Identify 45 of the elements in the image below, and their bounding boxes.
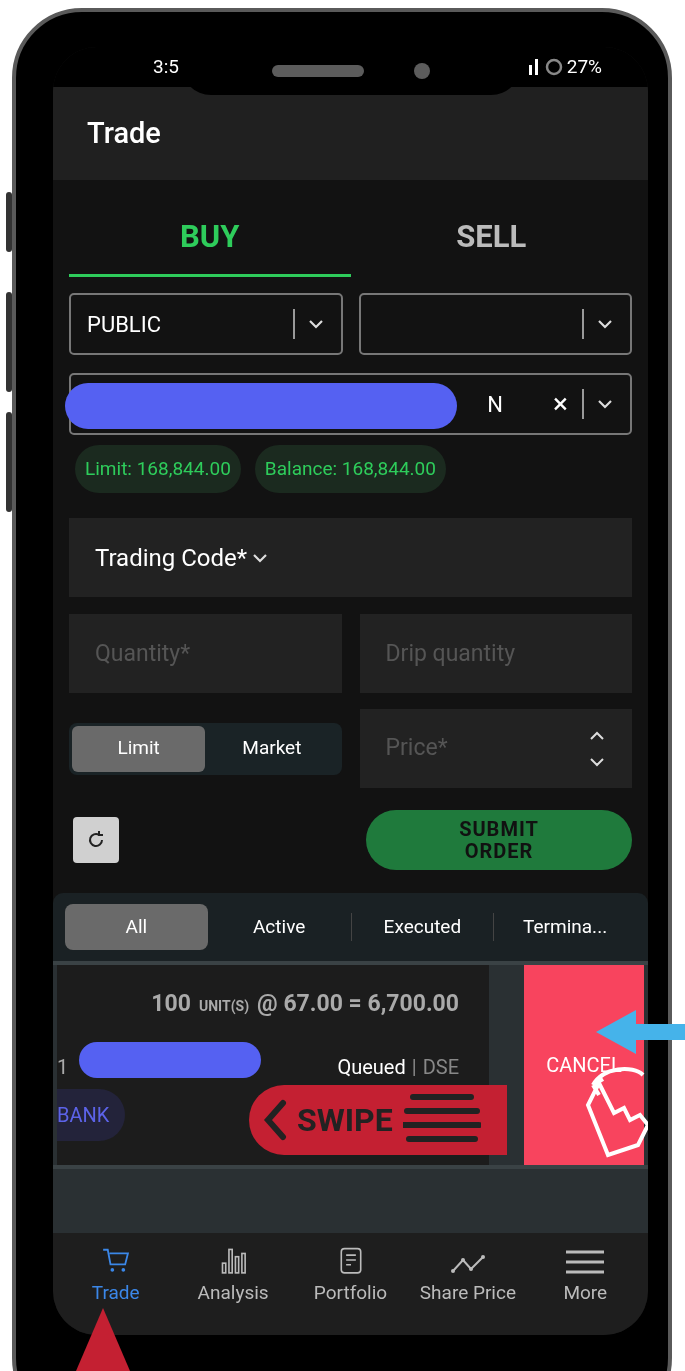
order-unit: UNIT(S) [198,997,250,1016]
nav-tab[interactable]: Share Price [409,1247,527,1307]
pointer-arrow-icon [596,1010,685,1054]
order-id: 1 [57,1053,69,1081]
line-chart-icon [449,1252,486,1275]
nav-tab[interactable]: Trade [57,1247,175,1307]
side-tab[interactable]: BUY [69,180,351,277]
menu-icon [565,1248,606,1275]
sector-tag: BANK [57,1089,126,1141]
filter-tab[interactable]: Termina... [494,904,636,950]
filter-tab[interactable]: Executed [351,904,494,950]
up-arrow-icon [76,1308,130,1371]
cancel-button[interactable]: CANCEL [524,965,644,1165]
limit-badge: Balance: 168,844.00 [254,445,446,493]
submit-order-button[interactable]: SUBMIT ORDER [366,810,632,870]
filter-tab[interactable]: All [65,904,208,950]
separator: | [411,1053,417,1081]
swipe-badge: SWIPE [249,1085,507,1155]
filter-tab[interactable]: Active [207,904,351,950]
chevron-left-icon [263,1099,287,1141]
order-type-toggle[interactable]: Market [205,725,339,772]
battery-percent: 27% [566,53,602,80]
nav-tab[interactable]: Portfolio [291,1247,410,1307]
chevron-down-icon [251,551,270,564]
trading-code-select[interactable]: Trading Code* [69,518,632,597]
select-field[interactable] [358,293,632,355]
status-time: 3:5 [153,53,179,80]
battery-ring-icon [544,58,563,76]
clear-icon[interactable]: × [553,383,568,425]
order-quantity: 100 [151,989,191,1019]
signal-icon [528,59,541,75]
refresh-button[interactable] [73,817,119,863]
chevron-down-icon [306,318,325,330]
chevron-down-icon [596,318,614,330]
order-status: Queued [337,1053,406,1081]
order-calculation: @ 67.00 = 6,700.00 [257,989,459,1019]
side-tab[interactable]: SELL [350,180,632,277]
select-field[interactable]: PUBLIC [69,293,343,355]
exchange-label: DSE [422,1053,459,1081]
chevron-down-icon [596,398,614,410]
limit-badge: Limit: 168,844.00 [75,445,241,493]
page-title: Trade [87,114,161,152]
nav-tab[interactable]: Analysis [174,1247,292,1307]
order-type-toggle[interactable]: Limit [72,725,206,772]
nav-tab[interactable]: More [526,1247,645,1307]
